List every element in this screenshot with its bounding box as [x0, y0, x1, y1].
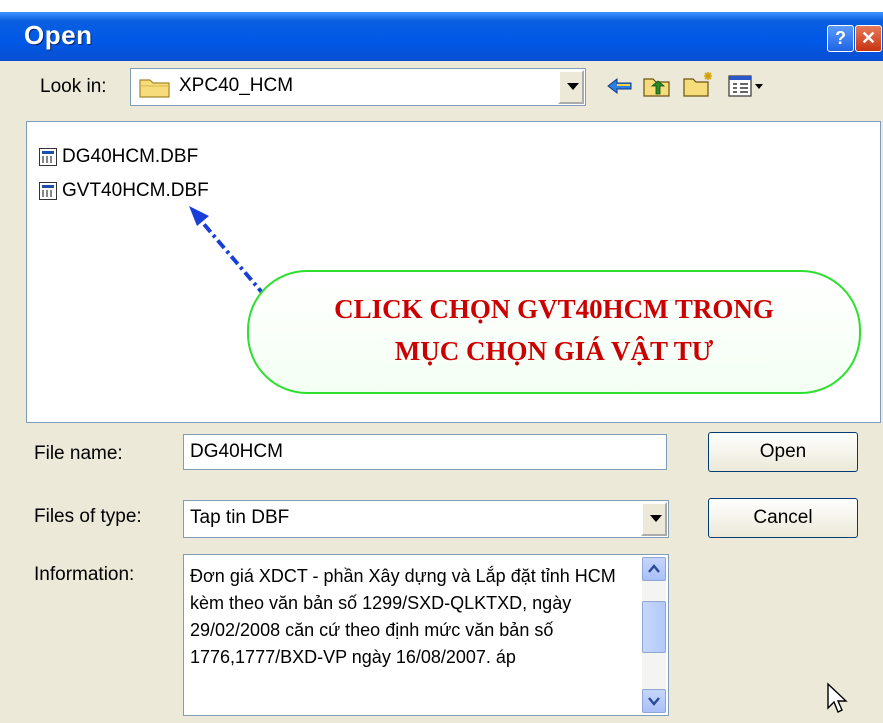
- information-text: Đơn giá XDCT - phần Xây dựng và Lắp đặt …: [190, 566, 616, 667]
- file-name-label: DG40HCM.DBF: [62, 146, 199, 167]
- files-of-type-value: Tap tin DBF: [190, 507, 290, 528]
- help-button[interactable]: ?: [827, 25, 854, 52]
- close-button[interactable]: ✕: [855, 25, 882, 52]
- scroll-down-button[interactable]: [642, 689, 666, 713]
- files-of-type-label: Files of type:: [34, 506, 142, 527]
- dialog-title: Open: [24, 20, 93, 50]
- look-in-dropdown-arrow[interactable]: [558, 70, 584, 104]
- annotation-line-1: CLICK CHỌN GVT40HCM TRONG: [334, 294, 774, 324]
- file-name-label: File name:: [34, 443, 123, 464]
- open-dialog: Open ? ✕ Look in: XPC40_HCM DG40HCM.DBF …: [0, 12, 883, 723]
- files-of-type-combo[interactable]: Tap tin DBF: [183, 500, 669, 538]
- scroll-thumb[interactable]: [642, 601, 666, 653]
- mouse-cursor-icon: [826, 682, 850, 721]
- dbf-file-icon: [39, 182, 57, 200]
- back-icon[interactable]: [606, 76, 634, 101]
- look-in-combo[interactable]: XPC40_HCM: [130, 68, 586, 106]
- dbf-file-icon: [39, 148, 57, 166]
- views-menu-icon[interactable]: [727, 74, 767, 103]
- look-in-label: Look in:: [40, 76, 107, 97]
- title-bar[interactable]: Open ? ✕: [0, 12, 883, 61]
- look-in-value: XPC40_HCM: [179, 75, 294, 96]
- open-button[interactable]: Open: [708, 432, 858, 472]
- file-item-dg40hcm[interactable]: DG40HCM.DBF: [39, 146, 198, 168]
- annotation-line-2: MỤC CHỌN GIÁ VẬT TƯ: [394, 336, 714, 366]
- new-folder-icon[interactable]: [682, 70, 716, 103]
- annotation-callout: CLICK CHỌN GVT40HCM TRONG MỤC CHỌN GIÁ V…: [247, 270, 861, 394]
- folder-icon: [139, 76, 171, 103]
- files-of-type-dropdown-arrow[interactable]: [641, 502, 667, 536]
- information-box[interactable]: Đơn giá XDCT - phần Xây dựng và Lắp đặt …: [183, 554, 669, 716]
- information-scrollbar[interactable]: [642, 557, 666, 713]
- scroll-up-button[interactable]: [642, 557, 666, 581]
- file-name-input[interactable]: DG40HCM: [183, 434, 667, 470]
- information-label: Information:: [34, 564, 135, 585]
- up-folder-icon[interactable]: [642, 74, 672, 103]
- cancel-button[interactable]: Cancel: [708, 498, 858, 538]
